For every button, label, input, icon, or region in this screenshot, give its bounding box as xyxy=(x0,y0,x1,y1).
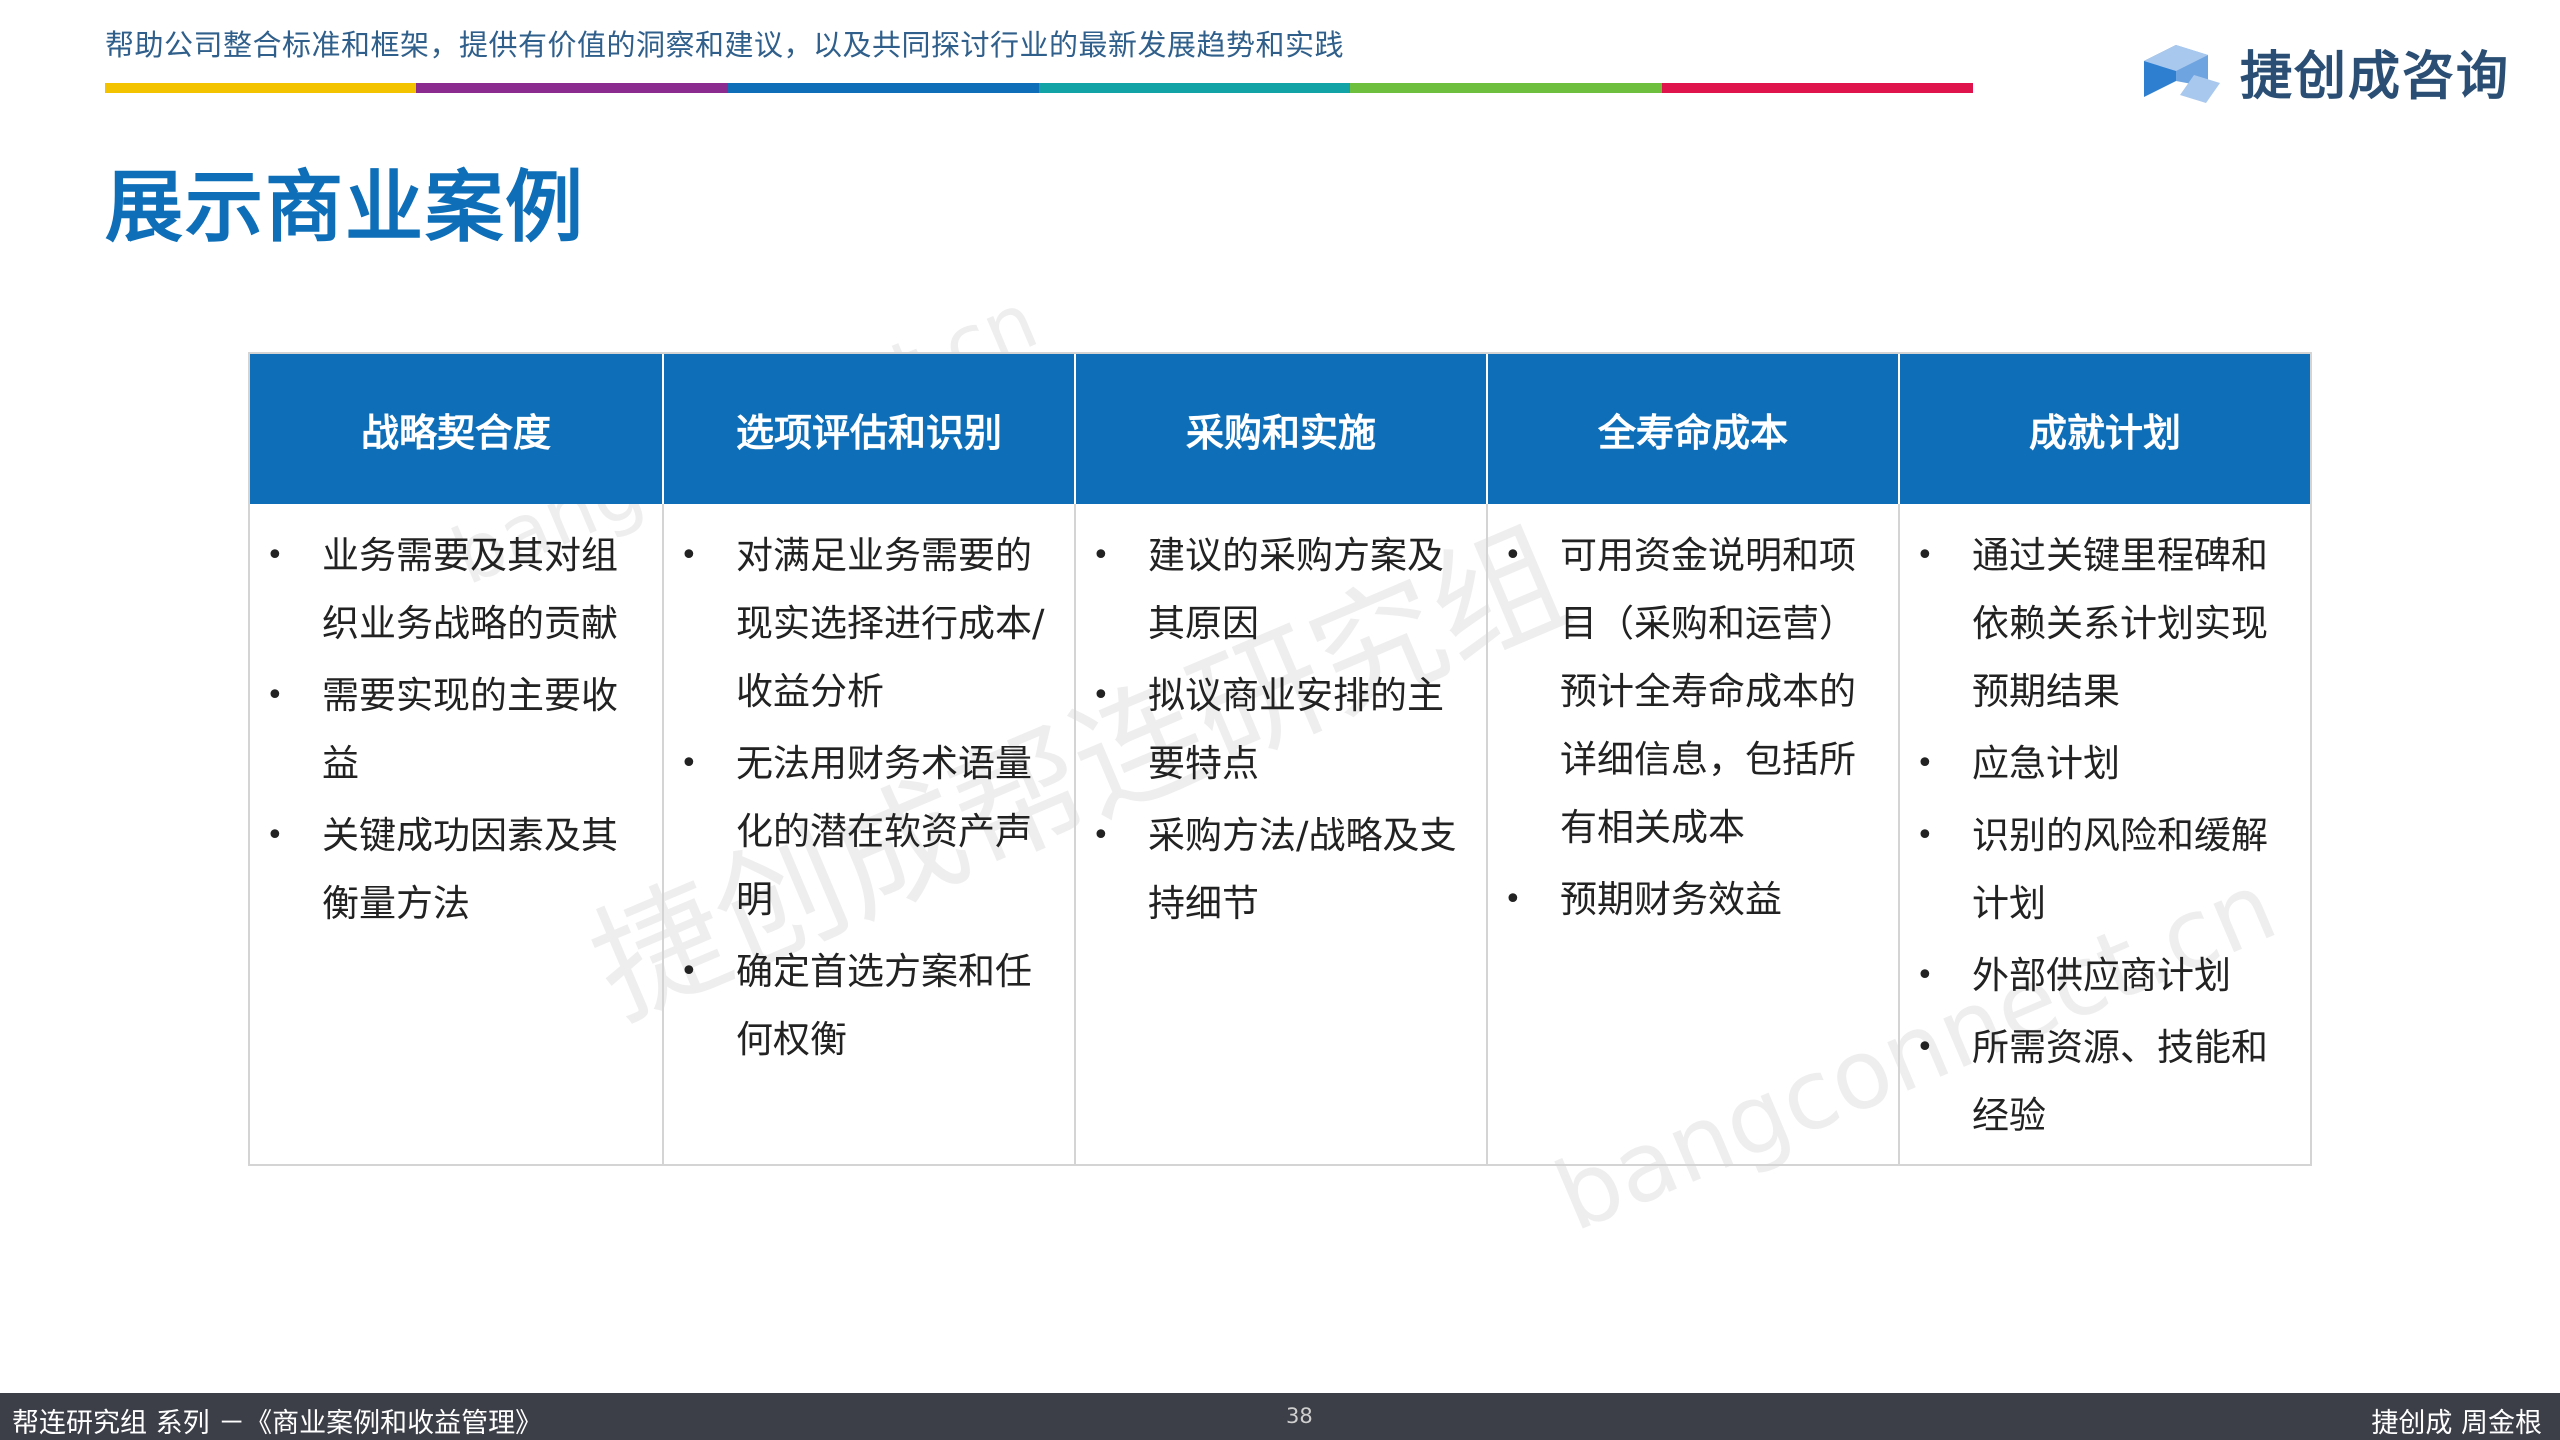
column-header: 战略契合度 xyxy=(250,354,662,504)
bullet-icon: • xyxy=(266,678,284,713)
column-header: 采购和实施 xyxy=(1074,354,1486,504)
stripe-purple xyxy=(416,83,728,93)
bullet-text: 通过关键里程碑和依赖关系计划实现预期结果 xyxy=(1972,534,2268,713)
bullet-list: • 建议的采购方案及其原因 • 拟议商业安排的主要特点 • 采购方法/战略及支持细节 xyxy=(1086,522,1472,938)
bullet-icon: • xyxy=(1916,538,1934,573)
bullet-text: 可用资金说明和项目（采购和运营）预计全寿命成本的详细信息，包括所有相关成本 xyxy=(1560,534,1856,849)
bullet-item: • 应急计划 xyxy=(1910,730,2296,798)
bullet-icon: • xyxy=(1916,958,1934,993)
bullet-text: 应急计划 xyxy=(1972,742,2120,785)
bullet-text: 外部供应商计划 xyxy=(1972,954,2231,997)
stripe-yellow xyxy=(105,83,417,93)
bullet-icon: • xyxy=(680,746,698,781)
bullet-icon: • xyxy=(266,538,284,573)
color-stripe-bar xyxy=(105,83,1973,93)
bullet-icon: • xyxy=(266,818,284,853)
bullet-item: • 拟议商业安排的主要特点 xyxy=(1086,662,1472,798)
bullet-text: 采购方法/战略及支持细节 xyxy=(1148,814,1457,925)
bullet-text: 关键成功因素及其衡量方法 xyxy=(322,814,618,925)
bullet-item: • 无法用财务术语量化的潜在软资产声明 xyxy=(674,730,1060,934)
bullet-item: • 对满足业务需要的现实选择进行成本/收益分析 xyxy=(674,522,1060,726)
bullet-item: • 预期财务效益 xyxy=(1498,866,1884,934)
page-number: 38 xyxy=(1286,1404,1313,1428)
footer-author: 捷创成 周金根 xyxy=(2371,1408,2542,1439)
bullet-text: 确定首选方案和任何权衡 xyxy=(736,950,1032,1061)
bullet-item: • 采购方法/战略及支持细节 xyxy=(1086,802,1472,938)
bullet-list: • 业务需要及其对组织业务战略的贡献 • 需要实现的主要收益 • 关键成功因素及其衡量方法 xyxy=(260,522,648,938)
column-body: • 建议的采购方案及其原因 • 拟议商业安排的主要特点 • 采购方法/战略及支持细节 xyxy=(1074,504,1486,1164)
bullet-item: • 识别的风险和缓解计划 xyxy=(1910,802,2296,938)
footer-series-title: 帮连研究组 系列 －《商业案例和收益管理》 xyxy=(12,1408,543,1439)
bullet-icon: • xyxy=(680,954,698,989)
bullet-item: • 所需资源、技能和经验 xyxy=(1910,1014,2296,1150)
bullet-text: 所需资源、技能和经验 xyxy=(1972,1026,2268,1137)
bullet-icon: • xyxy=(680,538,698,573)
bullet-item: • 业务需要及其对组织业务战略的贡献 xyxy=(260,522,648,658)
bullet-item: • 可用资金说明和项目（采购和运营）预计全寿命成本的详细信息，包括所有相关成本 xyxy=(1498,522,1884,862)
bullet-text: 无法用财务术语量化的潜在软资产声明 xyxy=(736,742,1032,921)
bullet-item: • 需要实现的主要收益 xyxy=(260,662,648,798)
column-header: 选项评估和识别 xyxy=(662,354,1074,504)
bullet-item: • 确定首选方案和任何权衡 xyxy=(674,938,1060,1074)
bullet-list: • 通过关键里程碑和依赖关系计划实现预期结果 • 应急计划 • 识别的风险和缓解计划 • 外部… xyxy=(1910,522,2296,1150)
bullet-icon: • xyxy=(1916,818,1934,853)
cube-logo-icon xyxy=(2144,45,2220,103)
stripe-green xyxy=(1350,83,1662,93)
bullet-item: • 关键成功因素及其衡量方法 xyxy=(260,802,648,938)
column-body: • 可用资金说明和项目（采购和运营）预计全寿命成本的详细信息，包括所有相关成本 • 预… xyxy=(1486,504,1898,1164)
stripe-teal xyxy=(1038,83,1351,93)
bullet-icon: • xyxy=(1504,538,1522,573)
bullet-text: 识别的风险和缓解计划 xyxy=(1972,814,2268,925)
bullet-text: 拟议商业安排的主要特点 xyxy=(1148,674,1444,785)
logo-text: 捷创成咨询 xyxy=(2240,46,2511,107)
tagline: 帮助公司整合标准和框架，提供有价值的洞察和建议，以及共同探讨行业的最新发展趋势和… xyxy=(105,28,1345,62)
bullet-text: 对满足业务需要的现实选择进行成本/收益分析 xyxy=(736,534,1045,713)
business-case-table: 战略契合度 选项评估和识别 采购和实施 全寿命成本 成就计划 • 业务需要及其对组织业务战略… xyxy=(248,352,2312,1166)
bullet-text: 预期财务效益 xyxy=(1560,878,1782,921)
bullet-text: 建议的采购方案及其原因 xyxy=(1148,534,1444,645)
bullet-item: • 建议的采购方案及其原因 xyxy=(1086,522,1472,658)
column-body: • 业务需要及其对组织业务战略的贡献 • 需要实现的主要收益 • 关键成功因素及其衡量方法 xyxy=(250,504,662,1164)
column-header: 成就计划 xyxy=(1898,354,2310,504)
bullet-item: • 通过关键里程碑和依赖关系计划实现预期结果 xyxy=(1910,522,2296,726)
column-header: 全寿命成本 xyxy=(1486,354,1898,504)
bullet-icon: • xyxy=(1092,818,1110,853)
column-body: • 对满足业务需要的现实选择进行成本/收益分析 • 无法用财务术语量化的潜在软资产声明… xyxy=(662,504,1074,1164)
bullet-text: 需要实现的主要收益 xyxy=(322,674,618,785)
bullet-list: • 对满足业务需要的现实选择进行成本/收益分析 • 无法用财务术语量化的潜在软资产声明… xyxy=(674,522,1060,1074)
bullet-icon: • xyxy=(1504,882,1522,917)
bullet-icon: • xyxy=(1092,678,1110,713)
bullet-icon: • xyxy=(1092,538,1110,573)
page-title: 展示商业案例 xyxy=(105,163,586,253)
logo: 捷创成咨询 xyxy=(2136,28,2510,114)
bullet-icon: • xyxy=(1916,1030,1934,1065)
stripe-red xyxy=(1661,83,1973,93)
bullet-list: • 可用资金说明和项目（采购和运营）预计全寿命成本的详细信息，包括所有相关成本 • 预… xyxy=(1498,522,1884,934)
bullet-item: • 外部供应商计划 xyxy=(1910,942,2296,1010)
footer: 帮连研究组 系列 －《商业案例和收益管理》 38 捷创成 周金根 xyxy=(0,1393,2560,1440)
column-body: • 通过关键里程碑和依赖关系计划实现预期结果 • 应急计划 • 识别的风险和缓解计划 • 外部… xyxy=(1898,504,2310,1164)
bullet-text: 业务需要及其对组织业务战略的贡献 xyxy=(322,534,618,645)
bullet-icon: • xyxy=(1916,746,1934,781)
stripe-blue xyxy=(727,83,1039,93)
